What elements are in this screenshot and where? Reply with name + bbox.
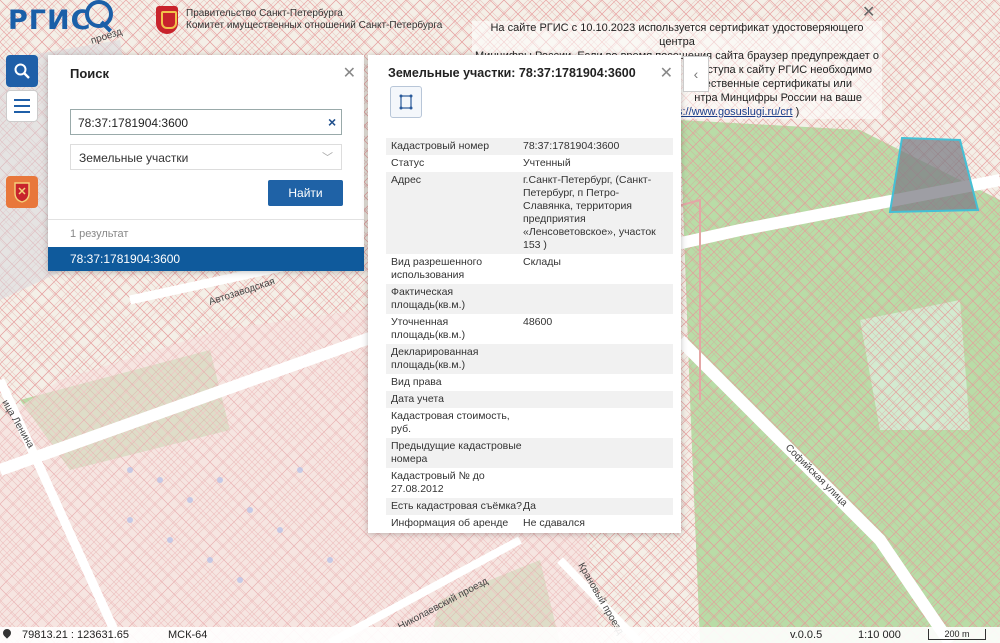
search-panel-title: Поиск [70, 66, 110, 81]
collapse-panel-icon[interactable]: ‹ [683, 56, 709, 92]
result-count: 1 результат [48, 219, 364, 247]
cadastral-search-input[interactable]: 78:37:1781904:3600 [70, 109, 342, 135]
attribute-value: Не сдавался [523, 517, 585, 529]
government-text: Правительство Санкт-Петербурга Комитет и… [186, 8, 442, 32]
spb-emblem-icon [156, 6, 178, 34]
attribute-label: Вид права [391, 376, 442, 388]
attribute-value: 78:37:1781904:3600 [523, 140, 620, 152]
magnifier-logo-icon [85, 0, 114, 28]
search-tool-button[interactable] [6, 55, 38, 87]
attribute-label: Предыдущие кадастровые номера [391, 440, 522, 465]
attribute-row: Кадастровый № до 27.08.2012 [386, 468, 673, 498]
attribute-row: Информация об аренде Не сдавался [386, 515, 673, 532]
chevron-down-icon: ﹀ [322, 152, 333, 164]
attribute-label: Фактическая площадь(кв.м.) [391, 286, 466, 311]
attribute-row: Адрес г.Санкт-Петербург, (Санкт-Петербург… [386, 172, 673, 254]
attribute-label: Кадастровый номер [391, 140, 490, 152]
search-icon [14, 63, 30, 79]
coordinate-system[interactable]: МСК-64 [168, 629, 207, 641]
hamburger-icon [14, 99, 30, 113]
object-type-value: Земельные участки [79, 151, 189, 165]
notice-tail: ) [795, 106, 800, 118]
attribute-label: Уточненная площадь(кв.м.) [391, 316, 466, 341]
attribute-label: Есть кадастровая съёмка? [391, 500, 522, 512]
attribute-row: Предыдущие кадастровые номера [386, 438, 673, 468]
gov-line-2: Комитет имущественных отношений Санкт-Пе… [186, 20, 443, 31]
emblem-icon [14, 182, 30, 203]
attribute-value [523, 440, 669, 466]
gov-line-1: Правительство Санкт-Петербурга [186, 8, 343, 19]
logo-text: РГИС [8, 4, 92, 36]
attribute-row: Кадастровый номер 78:37:1781904:3600 [386, 138, 673, 155]
attribute-value: 48600 [523, 316, 553, 328]
location-pin-icon [1, 627, 13, 639]
attribute-row: Есть кадастровая съёмка? Да [386, 498, 673, 515]
close-search-icon[interactable]: ✕ [343, 63, 356, 83]
attribute-value: г.Санкт-Петербург, (Санкт-Петербург, п П… [523, 174, 656, 251]
attribute-label: Информация об аренде [391, 517, 509, 529]
info-panel-title: Земельные участки: 78:37:1781904:3600 [388, 66, 636, 80]
attribute-label: Кадастровый № до 27.08.2012 [391, 470, 485, 495]
notice-line-1: На сайте РГИС с 10.10.2023 используется … [490, 22, 864, 48]
status-bar: 79813.21 : 123631.65 МСК-64 v.0.0.5 1:10… [0, 627, 1000, 643]
find-button[interactable]: Найти [268, 180, 343, 206]
attribute-value [523, 393, 669, 406]
attribute-value [523, 470, 669, 496]
menu-button[interactable] [6, 90, 38, 122]
attribute-label: Вид разрешенного использования [391, 256, 483, 281]
attribute-row: Дата учета [386, 391, 673, 408]
zoom-to-parcel-button[interactable] [390, 86, 422, 118]
government-link[interactable]: Правительство Санкт-Петербурга Комитет и… [156, 6, 442, 34]
attribute-label: Декларированная площадь(кв.м.) [391, 346, 479, 371]
city-emblem-button[interactable] [6, 176, 38, 208]
attribute-label: Дата учета [391, 393, 444, 405]
attribute-row: Статус Учтенный [386, 155, 673, 172]
attribute-label: Статус [391, 157, 425, 169]
attribute-row: Фактическая площадь(кв.м.) [386, 284, 673, 314]
attribute-table: Кадастровый номер 78:37:1781904:3600 Стату… [386, 138, 673, 532]
attribute-row: Декларированная площадь(кв.м.) [386, 344, 673, 374]
attribute-row: Вид разрешенного использования Склады [386, 254, 673, 284]
notice-close-icon[interactable]: ✕ [862, 2, 875, 22]
scale-bar: 200 m [928, 629, 986, 640]
attribute-value [523, 346, 669, 372]
rgis-logo[interactable]: РГИС [8, 0, 114, 38]
attribute-label: Кадастровая стоимость, руб. [391, 410, 510, 435]
attribute-value [523, 376, 669, 389]
search-panel: Поиск ✕ 78:37:1781904:3600 × Земельные у… [48, 55, 364, 271]
attribute-value: Да [523, 500, 536, 512]
map-scale: 1:10 000 [858, 629, 901, 641]
attribute-value: Склады [523, 256, 561, 268]
gosuslugi-crt-link[interactable]: s://www.gosuslugi.ru/crt [677, 106, 793, 118]
attribute-value [523, 410, 669, 436]
attribute-value: Учтенный [523, 157, 571, 169]
object-type-select[interactable]: Земельные участки ﹀ [70, 144, 342, 170]
attribute-row: Вид права [386, 374, 673, 391]
result-item[interactable]: 78:37:1781904:3600 [48, 247, 364, 271]
parcel-shape-icon [399, 94, 413, 110]
attribute-label: Адрес [391, 174, 422, 186]
parcel-info-panel: Земельные участки: 78:37:1781904:3600 ✕ … [368, 55, 681, 533]
clear-input-icon[interactable]: × [328, 114, 336, 130]
cursor-coordinates: 79813.21 : 123631.65 [22, 629, 130, 641]
attribute-row: Уточненная площадь(кв.м.) 48600 [386, 314, 673, 344]
attribute-row: Кадастровая стоимость, руб. [386, 408, 673, 438]
close-info-icon[interactable]: ✕ [660, 63, 673, 83]
attribute-value [523, 286, 669, 312]
app-version: v.0.0.5 [790, 629, 823, 641]
